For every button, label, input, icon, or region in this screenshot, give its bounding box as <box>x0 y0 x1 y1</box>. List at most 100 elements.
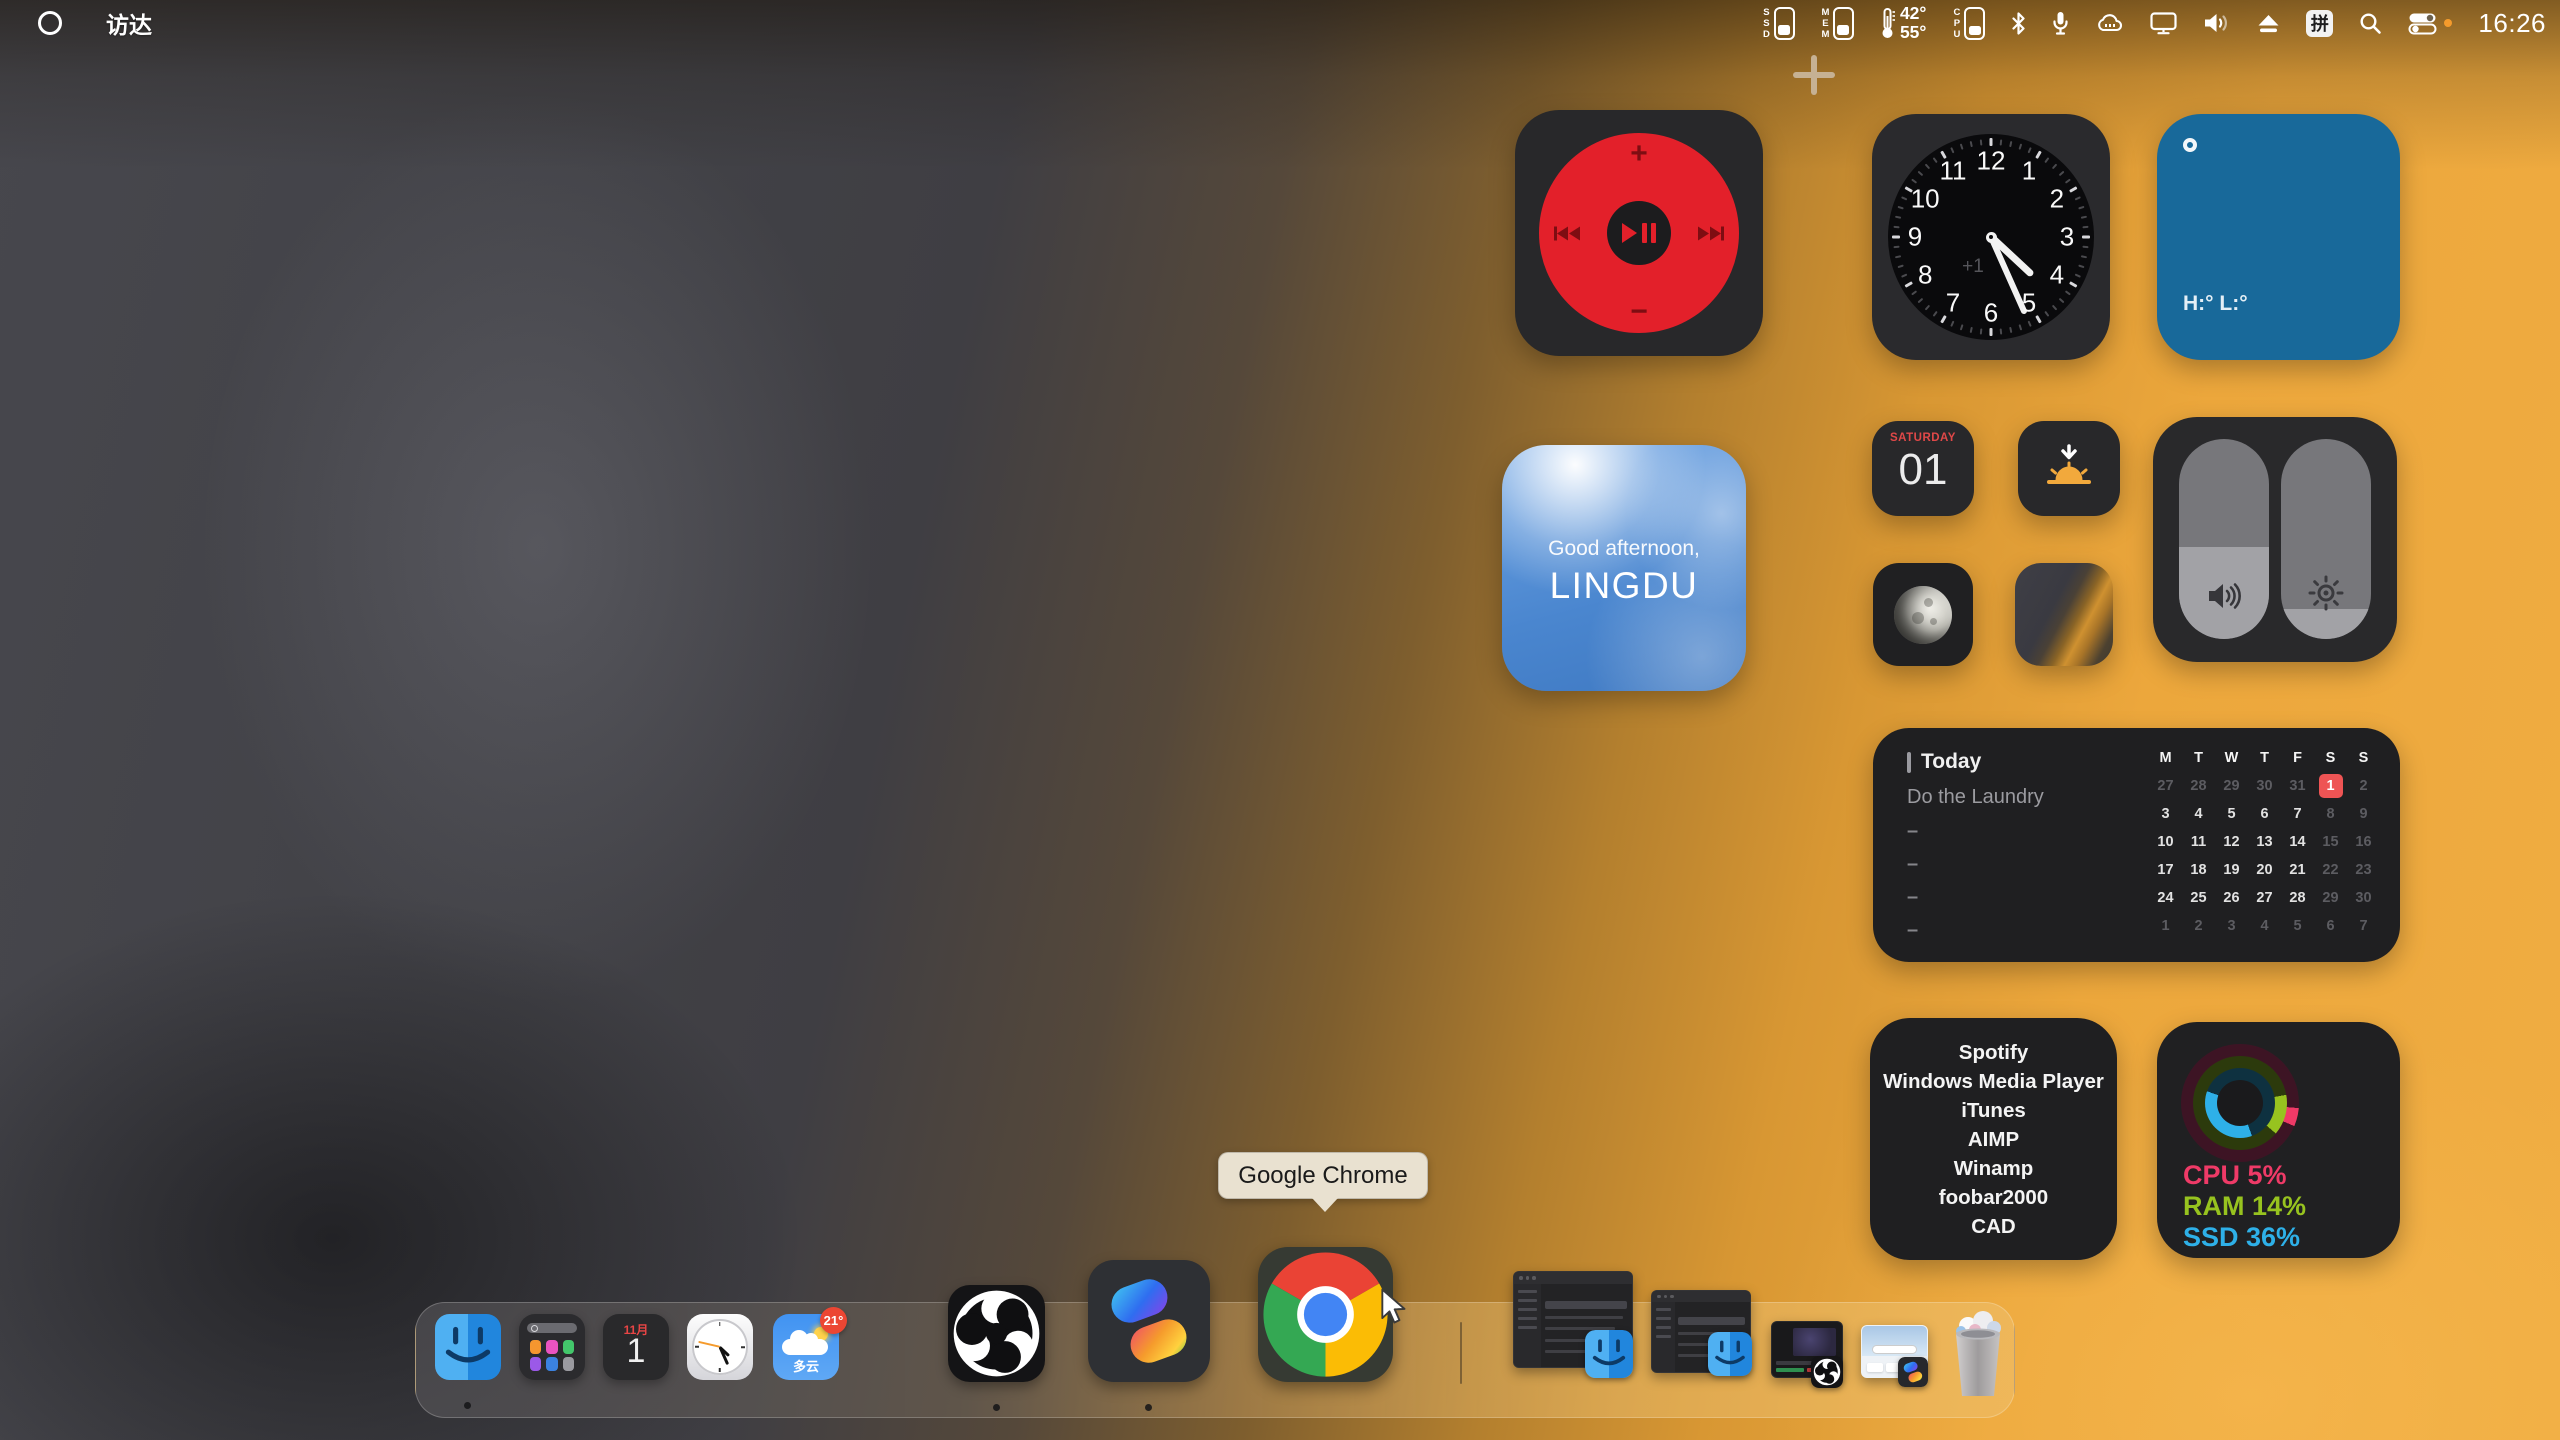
cloud-storage-menu[interactable] <box>2095 13 2124 34</box>
dock-obs[interactable] <box>948 1285 1045 1382</box>
calendar-day[interactable]: 6 <box>2253 802 2277 826</box>
calendar-day[interactable]: 16 <box>2352 830 2376 854</box>
dock-launchpad[interactable] <box>519 1314 585 1380</box>
dock-copilot[interactable] <box>1088 1260 1210 1382</box>
calendar-selected-day[interactable]: 1 <box>2319 774 2343 798</box>
calendar-day[interactable]: 19 <box>2220 858 2244 882</box>
clock-tick <box>1933 157 1938 163</box>
cpu-gauge-icon <box>1964 7 1985 40</box>
microphone-menu[interactable] <box>2052 11 2069 36</box>
volume-up-button[interactable]: + <box>1539 141 1739 167</box>
translucent-widget[interactable] <box>2015 563 2113 666</box>
add-widget-icon[interactable] <box>1793 55 1835 95</box>
month-calendar[interactable]: MTWTFSS272829303112345678910111213141516… <box>2149 744 2380 940</box>
clock-tick <box>2000 328 2003 334</box>
play-pause-button[interactable] <box>1607 201 1671 265</box>
calendar-day[interactable]: 6 <box>2319 914 2343 938</box>
dock-finder[interactable] <box>435 1314 501 1380</box>
media-player-entry: foobar2000 <box>1870 1183 2117 1212</box>
dock-calendar[interactable]: 11月 1 <box>603 1314 669 1380</box>
dock-chrome[interactable] <box>1258 1247 1393 1382</box>
calendar-day[interactable]: 1 <box>2154 914 2178 938</box>
calendar-day[interactable]: 3 <box>2154 802 2178 826</box>
calendar-day[interactable]: 25 <box>2187 886 2211 910</box>
calendar-day[interactable]: 13 <box>2253 830 2277 854</box>
active-app-name[interactable]: 访达 <box>106 6 152 40</box>
system-stats-widget[interactable]: CPU 5% RAM 14% SSD 36% <box>2157 1022 2400 1258</box>
clock-tick <box>1897 206 1903 210</box>
clock-tick <box>2069 186 2077 193</box>
calendar-day[interactable]: 4 <box>2253 914 2277 938</box>
calendar-day[interactable]: 15 <box>2319 830 2343 854</box>
clock-tick <box>2082 226 2088 229</box>
previous-track-button[interactable] <box>1553 225 1581 247</box>
click-wheel[interactable]: + − <box>1539 133 1739 333</box>
calendar-day[interactable]: 3 <box>2220 914 2244 938</box>
display-icon <box>2150 12 2177 35</box>
reminders-calendar-widget[interactable]: Today Do the Laundry –––– MTWTFSS2728293… <box>1873 728 2400 962</box>
next-track-button[interactable] <box>1697 225 1725 247</box>
calendar-day[interactable]: 2 <box>2352 774 2376 798</box>
calendar-day[interactable]: 26 <box>2220 886 2244 910</box>
system-logo-icon[interactable] <box>38 11 62 35</box>
calendar-day[interactable]: 9 <box>2352 802 2376 826</box>
calendar-day[interactable]: 7 <box>2286 802 2310 826</box>
media-players-widget[interactable]: SpotifyWindows Media PlayeriTunesAIMPWin… <box>1870 1018 2117 1260</box>
calendar-day[interactable]: 5 <box>2286 914 2310 938</box>
calendar-day[interactable]: 28 <box>2286 886 2310 910</box>
calendar-day[interactable]: 4 <box>2187 802 2211 826</box>
dock-clock-app[interactable] <box>687 1314 753 1380</box>
clock-numeral: 12 <box>1977 146 2006 177</box>
brightness-slider[interactable] <box>2281 439 2371 639</box>
calendar-day[interactable]: 23 <box>2352 858 2376 882</box>
moon-phase-widget[interactable] <box>1873 563 1973 666</box>
calendar-day[interactable]: 20 <box>2253 858 2277 882</box>
calendar-day[interactable]: 30 <box>2253 774 2277 798</box>
calendar-day[interactable]: 17 <box>2154 858 2178 882</box>
calendar-day[interactable]: 24 <box>2154 886 2178 910</box>
calendar-day[interactable]: 7 <box>2352 914 2376 938</box>
calendar-day[interactable]: 21 <box>2286 858 2310 882</box>
control-center-menu[interactable] <box>2408 12 2452 35</box>
spotlight-menu[interactable] <box>2359 12 2382 35</box>
greeting-widget[interactable]: Good afternoon, LINGDU <box>1502 445 1746 691</box>
ssd-gauge[interactable]: SSD <box>1762 7 1795 40</box>
calendar-day[interactable]: 31 <box>2286 774 2310 798</box>
calendar-day[interactable]: 10 <box>2154 830 2178 854</box>
calendar-date-widget[interactable]: SATURDAY 01 <box>1872 421 1974 516</box>
sunset-widget[interactable] <box>2018 421 2120 516</box>
dock-trash[interactable] <box>1948 1308 2008 1398</box>
calendar-day[interactable]: 29 <box>2319 886 2343 910</box>
eject-menu[interactable] <box>2257 14 2280 33</box>
cpu-gauge[interactable]: CPU <box>1952 7 1985 40</box>
calendar-day[interactable]: 29 <box>2220 774 2244 798</box>
display-menu[interactable] <box>2150 12 2177 35</box>
volume-menu[interactable] <box>2203 12 2231 34</box>
calendar-day[interactable]: 5 <box>2220 802 2244 826</box>
calendar-day[interactable]: 11 <box>2187 830 2211 854</box>
dock-weather-app[interactable]: 多云 21° <box>773 1314 839 1380</box>
mem-gauge[interactable]: MEM <box>1821 7 1854 40</box>
calendar-day[interactable]: 8 <box>2319 802 2343 826</box>
volume-brightness-widget[interactable] <box>2153 417 2397 662</box>
calendar-day[interactable]: 18 <box>2187 858 2211 882</box>
calendar-day[interactable]: 12 <box>2220 830 2244 854</box>
bluetooth-menu[interactable] <box>2011 12 2026 35</box>
calendar-day[interactable]: 14 <box>2286 830 2310 854</box>
reminder-item[interactable]: Do the Laundry <box>1907 786 2044 809</box>
volume-down-button[interactable]: − <box>1539 299 1739 325</box>
calendar-day[interactable]: 22 <box>2319 858 2343 882</box>
calendar-day[interactable]: 27 <box>2154 774 2178 798</box>
calendar-day[interactable]: 30 <box>2352 886 2376 910</box>
weather-widget[interactable]: H:° L:° <box>2157 114 2400 360</box>
menubar-clock[interactable]: 16:26 <box>2478 8 2546 39</box>
calendar-day[interactable]: 27 <box>2253 886 2277 910</box>
temperature-indicator[interactable]: 42° 55° <box>1880 4 1926 42</box>
input-method-menu[interactable]: 拼 <box>2306 10 2333 37</box>
media-wheel-widget[interactable]: + − <box>1515 110 1763 356</box>
analog-clock-widget[interactable]: +1 121234567891011 <box>1872 114 2110 360</box>
volume-slider[interactable] <box>2179 439 2269 639</box>
calendar-day[interactable]: 2 <box>2187 914 2211 938</box>
clock-numeral: 4 <box>2050 260 2064 291</box>
calendar-day[interactable]: 28 <box>2187 774 2211 798</box>
